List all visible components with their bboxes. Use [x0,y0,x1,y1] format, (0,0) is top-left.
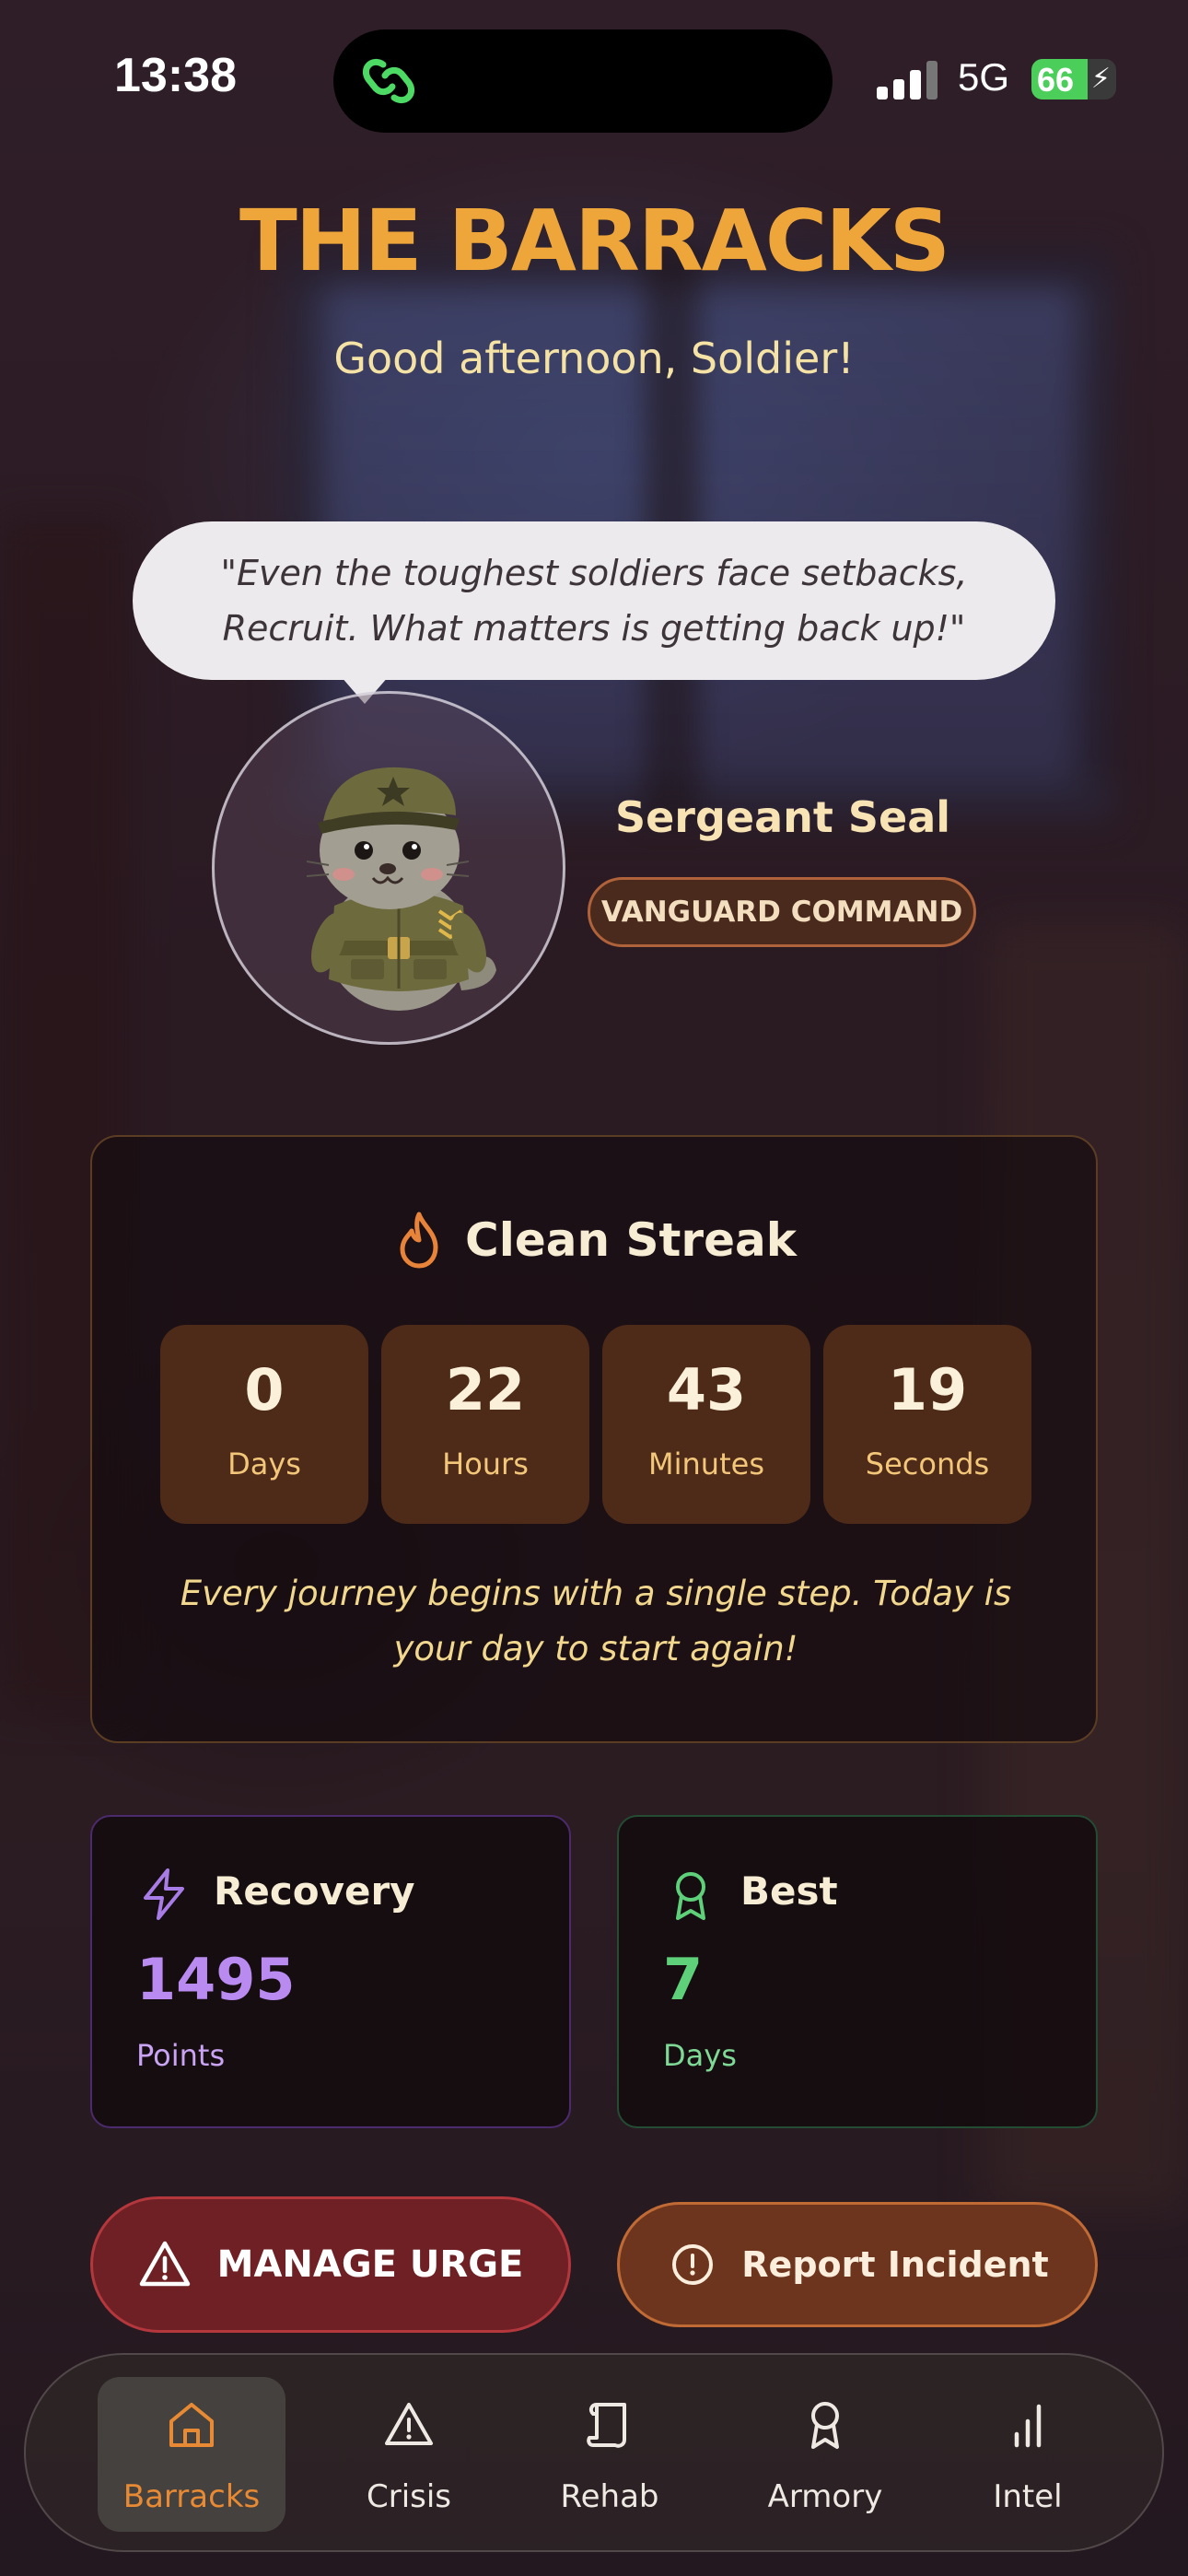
stat-title: Recovery [214,1868,415,1914]
streak-message: Every journey begins with a single step.… [180,1574,1012,1669]
stat-label: Days [663,2038,737,2073]
medal-icon [811,2402,839,2449]
bar-chart-icon [1014,2404,1042,2448]
battery-percent: 66 [1037,61,1075,99]
stat-title: Best [740,1868,838,1914]
counter-days: 0 Days [160,1325,368,1524]
tab-barracks[interactable]: Barracks [98,2377,285,2532]
counter-label: Hours [442,1446,529,1481]
counter-label: Days [227,1446,301,1481]
tab-rehab[interactable]: Rehab [516,2377,704,2532]
mascot-name: Sergeant Seal [614,792,951,842]
counter-value: 22 [445,1356,526,1423]
mascot-avatar[interactable] [212,691,565,1045]
clean-streak-card: Clean Streak 0 Days 22 Hours 43 Minutes … [90,1135,1098,1743]
page-title: THE BARRACKS [239,192,950,290]
best-streak-card[interactable]: Best 7 Days [617,1815,1098,2128]
counter-minutes: 43 Minutes [602,1325,810,1524]
report-incident-button[interactable]: Report Incident [617,2202,1098,2327]
network-type: 5G [958,55,1010,99]
counter-label: Seconds [865,1446,990,1481]
tab-armory[interactable]: Armory [731,2377,919,2532]
link-icon [362,58,415,104]
streak-title: Clean Streak [465,1213,797,1267]
manage-urge-label: MANAGE URGE [216,2243,524,2286]
counter-label: Minutes [648,1446,764,1481]
tab-label: Armory [767,2478,883,2515]
tab-intel[interactable]: Intel [934,2377,1122,2532]
status-bar: 13:38 5G 66 ⚡ [0,0,1188,157]
tab-crisis[interactable]: Crisis [315,2377,503,2532]
report-incident-label: Report Incident [741,2244,1049,2285]
counter-seconds: 19 Seconds [823,1325,1031,1524]
award-icon [676,1872,705,1920]
tab-label: Crisis [366,2478,452,2515]
manage-urge-button[interactable]: MANAGE URGE [90,2196,571,2333]
cellular-signal-icon [877,61,938,100]
counter-value: 43 [666,1356,747,1423]
stat-value: 1495 [136,1946,296,2013]
counter-hours: 22 Hours [381,1325,589,1524]
home-icon [169,2403,214,2447]
charging-bolt-icon: ⚡ [1090,63,1111,95]
tab-label: Rehab [560,2478,659,2515]
stat-label: Points [136,2038,226,2073]
tab-label: Barracks [122,2478,261,2515]
seal-soldier-illustration [306,767,496,1011]
warning-icon [139,2241,190,2287]
bottom-tab-bar: Barracks Crisis Rehab Armory Intel [24,2353,1164,2552]
streak-header: Clean Streak [92,1211,1100,1270]
flame-icon [400,1212,438,1269]
warning-icon [385,2403,433,2445]
scroll-icon [587,2403,626,2448]
mascot-quote: "Even the toughest soldiers face setback… [220,553,968,649]
lightning-icon [144,1868,184,1920]
stat-value: 7 [663,1946,704,2013]
tab-label: Intel [993,2478,1063,2515]
recovery-points-card[interactable]: Recovery 1495 Points [90,1815,571,2128]
battery-icon: 66 ⚡ [1031,59,1116,100]
counter-value: 0 [244,1356,285,1423]
status-time: 13:38 [114,49,237,102]
speech-bubble: "Even the toughest soldiers face setback… [133,521,1055,680]
counter-value: 19 [887,1356,968,1423]
unit-badge: VANGUARD COMMAND [588,877,976,947]
dynamic-island [333,29,833,133]
greeting-text: Good afternoon, Soldier! [333,334,855,383]
alert-circle-icon [672,2244,714,2285]
